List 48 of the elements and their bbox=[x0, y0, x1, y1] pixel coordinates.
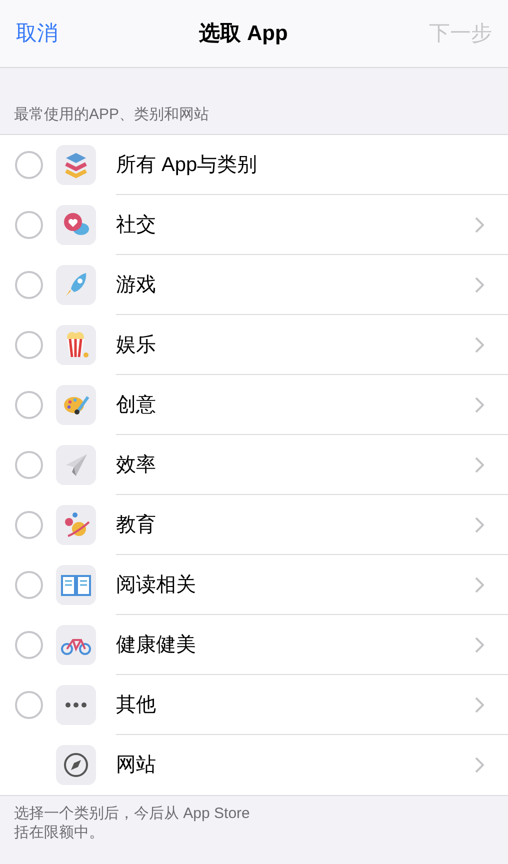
radio-button[interactable] bbox=[15, 631, 43, 659]
category-label: 社交 bbox=[116, 212, 157, 238]
category-row[interactable]: 游戏 bbox=[0, 255, 508, 315]
category-row[interactable]: 创意 bbox=[0, 375, 508, 435]
category-label: 效率 bbox=[116, 452, 157, 478]
radio-button[interactable] bbox=[15, 151, 43, 179]
category-label: 教育 bbox=[116, 512, 157, 538]
category-row[interactable]: 教育 bbox=[0, 495, 508, 555]
radio-button[interactable] bbox=[15, 271, 43, 299]
ellipsis-icon bbox=[56, 685, 96, 725]
rocket-icon bbox=[56, 265, 96, 305]
radio-button[interactable] bbox=[15, 211, 43, 239]
planet-icon bbox=[56, 505, 96, 545]
radio-button[interactable] bbox=[15, 391, 43, 419]
footer-text: 括在限额中。 bbox=[14, 823, 105, 842]
category-row[interactable]: 其他 bbox=[0, 675, 508, 735]
category-label: 其他 bbox=[116, 692, 157, 718]
open-book-icon bbox=[56, 565, 96, 605]
category-label: 创意 bbox=[116, 392, 157, 418]
category-row[interactable]: 阅读相关 bbox=[0, 555, 508, 615]
category-label: 阅读相关 bbox=[116, 572, 197, 598]
radio-button[interactable] bbox=[15, 691, 43, 719]
paper-plane-icon bbox=[56, 445, 96, 485]
radio-button[interactable] bbox=[15, 451, 43, 479]
chat-bubbles-icon bbox=[56, 205, 96, 245]
layers-icon bbox=[56, 145, 96, 185]
palette-icon bbox=[56, 385, 96, 425]
category-row[interactable]: 健康健美 bbox=[0, 615, 508, 675]
section-header: 最常使用的APP、类别和网站 bbox=[14, 104, 210, 124]
category-label: 娱乐 bbox=[116, 332, 157, 358]
category-row[interactable]: 网站 bbox=[0, 735, 508, 795]
category-row[interactable]: 效率 bbox=[0, 435, 508, 495]
category-label: 网站 bbox=[116, 753, 157, 778]
category-label: 所有 App与类别 bbox=[116, 152, 258, 178]
cancel-button[interactable]: 取消 bbox=[16, 18, 58, 50]
radio-button[interactable] bbox=[15, 331, 43, 359]
popcorn-icon bbox=[56, 325, 96, 365]
category-label: 游戏 bbox=[116, 272, 157, 298]
radio-button[interactable] bbox=[15, 511, 43, 539]
category-row[interactable]: 所有 App与类别 bbox=[0, 135, 508, 195]
radio-button[interactable] bbox=[15, 571, 43, 599]
compass-icon bbox=[56, 745, 96, 785]
category-label: 健康健美 bbox=[116, 632, 197, 658]
bicycle-icon bbox=[56, 625, 96, 665]
window-title: 选取 App bbox=[199, 20, 288, 47]
category-row[interactable]: 娱乐 bbox=[0, 315, 508, 375]
footer-text: 选择一个类别后，今后从 App Store bbox=[14, 804, 251, 823]
category-row[interactable]: 社交 bbox=[0, 195, 508, 255]
